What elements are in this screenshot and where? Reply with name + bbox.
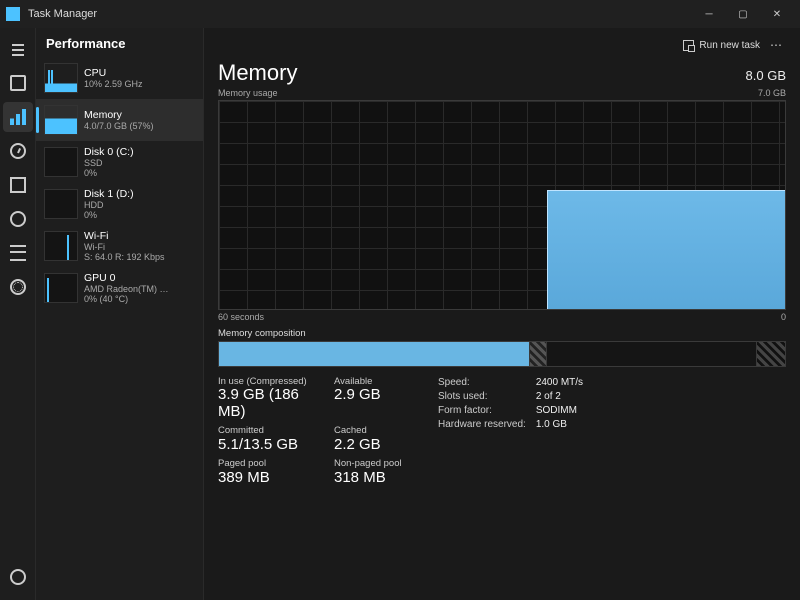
cpu-label: CPU (84, 67, 143, 79)
app-icon (6, 7, 20, 21)
gpu0-label: GPU 0 (84, 272, 169, 284)
in-use-value: 3.9 GB (186 MB) (218, 387, 328, 420)
comp-free (757, 342, 785, 366)
menu-button[interactable] (3, 34, 33, 64)
disk1-sub2: 0% (84, 210, 134, 220)
memory-sub: 4.0/7.0 GB (57%) (84, 121, 154, 131)
tab-performance[interactable] (3, 102, 33, 132)
reserved-key: Hardware reserved: (438, 419, 526, 430)
disk0-label: Disk 0 (C:) (84, 146, 134, 158)
paged-value: 389 MB (218, 470, 328, 487)
minimize-button[interactable]: ─ (692, 0, 726, 28)
memory-composition-bar[interactable] (218, 341, 786, 367)
titlebar: Task Manager ─ ▢ ✕ (0, 0, 800, 28)
nonpaged-value: 318 MB (334, 470, 424, 487)
more-options-button[interactable]: ⋯ (766, 38, 786, 52)
tab-services[interactable] (3, 272, 33, 302)
memory-total: 8.0 GB (746, 68, 786, 83)
gpu-thumb-icon (44, 273, 78, 303)
sidebar-item-cpu[interactable]: CPU 10% 2.59 GHz (36, 57, 203, 99)
perf-sidebar: Performance CPU 10% 2.59 GHz Memory 4.0/… (36, 28, 204, 600)
committed-value: 5.1/13.5 GB (218, 437, 328, 454)
run-new-task-button[interactable]: Run new task (677, 38, 766, 53)
wifi-sub2: S: 64.0 R: 192 Kbps (84, 252, 165, 262)
form-key: Form factor: (438, 405, 526, 416)
disk0-sub2: 0% (84, 168, 134, 178)
usage-label: Memory usage (218, 88, 278, 98)
cpu-thumb-icon (44, 63, 78, 93)
sidebar-item-disk0[interactable]: Disk 0 (C:) SSD 0% (36, 141, 203, 183)
run-task-label: Run new task (699, 40, 760, 51)
memory-thumb-icon (44, 105, 78, 135)
tab-processes[interactable] (3, 68, 33, 98)
sidebar-item-wifi[interactable]: Wi-Fi Wi-Fi S: 64.0 R: 192 Kbps (36, 225, 203, 267)
x-axis-right: 0 (781, 312, 786, 322)
speed-val: 2400 MT/s (536, 377, 583, 388)
sidebar-item-memory[interactable]: Memory 4.0/7.0 GB (57%) (36, 99, 203, 141)
slots-val: 2 of 2 (536, 391, 583, 402)
disk0-thumb-icon (44, 147, 78, 177)
disk1-sub: HDD (84, 200, 134, 210)
memory-usage-fill (547, 190, 785, 309)
disk0-sub: SSD (84, 158, 134, 168)
memory-label: Memory (84, 109, 154, 121)
nav-rail (0, 28, 36, 600)
reserved-val: 1.0 GB (536, 419, 583, 430)
memory-usage-chart[interactable] (218, 100, 786, 310)
memory-hw-info: Speed: 2400 MT/s Slots used: 2 of 2 Form… (438, 377, 583, 486)
disk1-label: Disk 1 (D:) (84, 188, 134, 200)
comp-in-use (219, 342, 530, 366)
composition-label: Memory composition (218, 328, 786, 339)
disk1-thumb-icon (44, 189, 78, 219)
cached-value: 2.2 GB (334, 437, 424, 454)
sidebar-item-disk1[interactable]: Disk 1 (D:) HDD 0% (36, 183, 203, 225)
wifi-thumb-icon (44, 231, 78, 261)
window-title: Task Manager (28, 8, 97, 20)
cpu-sub: 10% 2.59 GHz (84, 79, 143, 89)
speed-key: Speed: (438, 377, 526, 388)
close-button[interactable]: ✕ (760, 0, 794, 28)
form-val: SODIMM (536, 405, 583, 416)
main-panel: Run new task ⋯ Memory 8.0 GB Memory usag… (204, 28, 800, 600)
comp-modified (530, 342, 547, 366)
maximize-button[interactable]: ▢ (726, 0, 760, 28)
wifi-label: Wi-Fi (84, 230, 165, 242)
x-axis-left: 60 seconds (218, 312, 264, 322)
memory-installed: 7.0 GB (758, 88, 786, 98)
tab-startup[interactable] (3, 170, 33, 200)
tab-details[interactable] (3, 238, 33, 268)
sidebar-heading: Performance (36, 28, 203, 57)
gpu0-sub: AMD Radeon(TM) … (84, 284, 169, 294)
tab-app-history[interactable] (3, 136, 33, 166)
page-title: Memory (218, 60, 297, 86)
comp-standby (547, 342, 756, 366)
wifi-sub: Wi-Fi (84, 242, 165, 252)
tab-users[interactable] (3, 204, 33, 234)
sidebar-item-gpu0[interactable]: GPU 0 AMD Radeon(TM) … 0% (40 °C) (36, 267, 203, 309)
slots-key: Slots used: (438, 391, 526, 402)
available-value: 2.9 GB (334, 387, 424, 404)
settings-button[interactable] (3, 562, 33, 592)
run-task-icon (683, 40, 694, 51)
gpu0-sub2: 0% (40 °C) (84, 294, 169, 304)
memory-stats: In use (Compressed) 3.9 GB (186 MB) Avai… (218, 377, 424, 486)
